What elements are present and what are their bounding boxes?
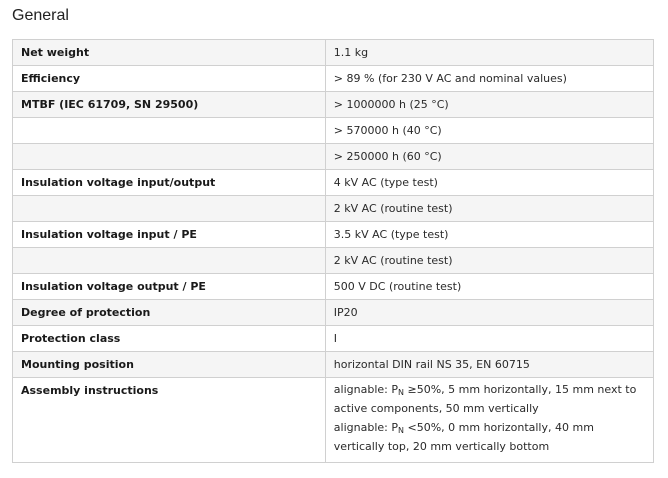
table-row: 2 kV AC (routine test)	[12, 247, 655, 274]
table-row: > 570000 h (40 °C)	[12, 117, 655, 144]
row-label: Mounting position	[12, 351, 326, 378]
table-row: Insulation voltage output / PE 500 V DC …	[12, 273, 655, 300]
table-row: Net weight 1.1 kg	[12, 39, 655, 66]
row-label: Efficiency	[12, 65, 326, 92]
assembly-line-high-load: alignable: PN ≥50%, 5 mm horizontally, 1…	[333, 383, 637, 415]
row-label: Insulation voltage output / PE	[12, 273, 326, 300]
table-row: 2 kV AC (routine test)	[12, 195, 655, 222]
row-label: Assembly instructions	[12, 377, 326, 463]
row-value: 3.5 kV AC (type test)	[324, 221, 655, 248]
row-value: IP20	[324, 299, 655, 326]
table-row: Degree of protection IP20	[12, 299, 655, 326]
row-value: > 89 % (for 230 V AC and nominal values)	[324, 65, 655, 92]
row-label	[12, 195, 326, 222]
specifications-table: Net weight 1.1 kg Efficiency > 89 % (for…	[12, 39, 655, 463]
row-label: Insulation voltage input/output	[12, 169, 326, 196]
row-value: > 570000 h (40 °C)	[324, 117, 655, 144]
row-value: horizontal DIN rail NS 35, EN 60715	[324, 351, 655, 378]
row-value: 2 kV AC (routine test)	[324, 247, 655, 274]
row-value: 1.1 kg	[324, 39, 655, 66]
section-title: General	[12, 7, 69, 24]
row-label: MTBF (IEC 61709, SN 29500)	[12, 91, 326, 118]
assembly-instructions-value: alignable: PN ≥50%, 5 mm horizontally, 1…	[324, 377, 655, 463]
table-row: Mounting position horizontal DIN rail NS…	[12, 351, 655, 378]
table-row: Efficiency > 89 % (for 230 V AC and nomi…	[12, 65, 655, 92]
row-value: 2 kV AC (routine test)	[324, 195, 655, 222]
table-row: MTBF (IEC 61709, SN 29500) > 1000000 h (…	[12, 91, 655, 118]
row-label: Protection class	[12, 325, 326, 352]
row-label	[12, 117, 326, 144]
table-row: Insulation voltage input/output 4 kV AC …	[12, 169, 655, 196]
row-label: Insulation voltage input / PE	[12, 221, 326, 248]
table-row: Protection class I	[12, 325, 655, 352]
row-label	[12, 247, 326, 274]
row-label	[12, 143, 326, 170]
row-value: 500 V DC (routine test)	[324, 273, 655, 300]
row-value: 4 kV AC (type test)	[324, 169, 655, 196]
assembly-line-low-load: alignable: PN <50%, 0 mm horizontally, 4…	[333, 421, 594, 453]
row-value: > 1000000 h (25 °C)	[324, 91, 655, 118]
row-value: I	[324, 325, 655, 352]
row-label: Net weight	[12, 39, 326, 66]
row-label: Degree of protection	[12, 299, 326, 326]
table-row-assembly: Assembly instructions alignable: PN ≥50%…	[12, 377, 655, 463]
table-row: > 250000 h (60 °C)	[12, 143, 655, 170]
row-value: > 250000 h (60 °C)	[324, 143, 655, 170]
table-row: Insulation voltage input / PE 3.5 kV AC …	[12, 221, 655, 248]
